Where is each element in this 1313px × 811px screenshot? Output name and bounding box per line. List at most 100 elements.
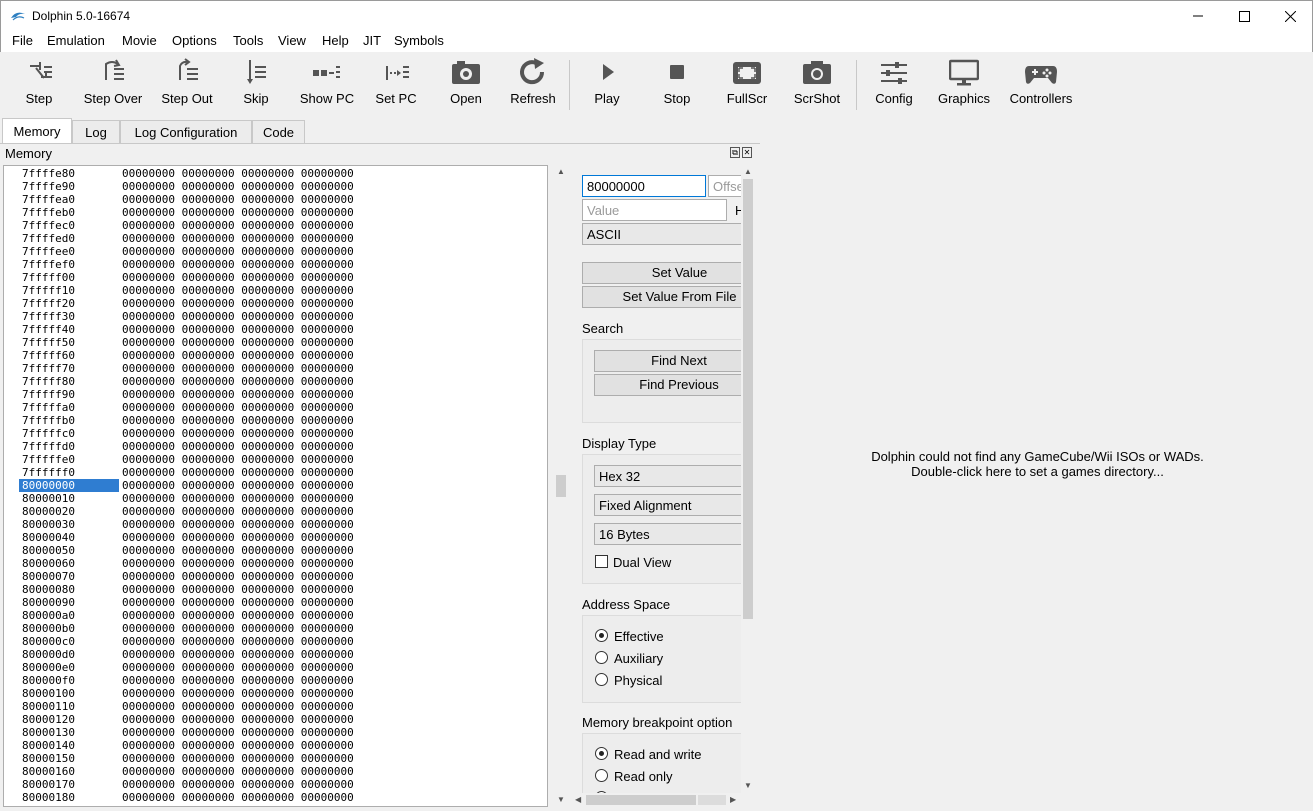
- memory-row[interactable]: 800000f0 00000000 00000000 00000000 00000…: [4, 674, 544, 687]
- memory-values[interactable]: 00000000 00000000 00000000 00000000: [122, 310, 354, 323]
- memory-values[interactable]: 00000000 00000000 00000000 00000000: [122, 453, 354, 466]
- memory-values[interactable]: 00000000 00000000 00000000 00000000: [122, 466, 354, 479]
- memory-address[interactable]: 80000110: [19, 700, 119, 713]
- memory-row[interactable]: 80000160 00000000 00000000 00000000 00000…: [4, 765, 544, 778]
- memory-address[interactable]: 80000040: [19, 531, 119, 544]
- scroll-up-icon[interactable]: ▲: [744, 167, 752, 176]
- memory-row[interactable]: 80000020 00000000 00000000 00000000 00000…: [4, 505, 544, 518]
- memory-row[interactable]: 800000d0 00000000 00000000 00000000 00000…: [4, 648, 544, 661]
- memory-values[interactable]: 00000000 00000000 00000000 00000000: [122, 388, 354, 401]
- show-pc-button[interactable]: Show PC: [296, 58, 358, 116]
- memory-row[interactable]: 80000030 00000000 00000000 00000000 00000…: [4, 518, 544, 531]
- physical-radio[interactable]: [595, 673, 608, 686]
- memory-address[interactable]: 800000a0: [19, 609, 119, 622]
- memory-address[interactable]: 7fffff80: [19, 375, 119, 388]
- memory-row[interactable]: 80000100 00000000 00000000 00000000 00000…: [4, 687, 544, 700]
- memory-values[interactable]: 00000000 00000000 00000000 00000000: [122, 726, 354, 739]
- scrollbar-thumb[interactable]: [586, 795, 696, 805]
- memory-address[interactable]: 7ffffea0: [19, 193, 119, 206]
- scrollbar-thumb[interactable]: [743, 179, 753, 619]
- memory-address[interactable]: 80000090: [19, 596, 119, 609]
- address-input[interactable]: 80000000: [582, 175, 706, 197]
- menu-view[interactable]: View: [278, 33, 306, 48]
- memory-row[interactable]: 80000000 00000000 00000000 00000000 00000…: [4, 479, 544, 492]
- memory-values[interactable]: 00000000 00000000 00000000 00000000: [122, 271, 354, 284]
- menu-jit[interactable]: JIT: [363, 33, 381, 48]
- memory-row[interactable]: 800000a0 00000000 00000000 00000000 00000…: [4, 609, 544, 622]
- memory-values[interactable]: 00000000 00000000 00000000 00000000: [122, 583, 354, 596]
- memory-values[interactable]: 00000000 00000000 00000000 00000000: [122, 323, 354, 336]
- memory-row[interactable]: 7fffff60 00000000 00000000 00000000 00000…: [4, 349, 544, 362]
- memory-row[interactable]: 80000120 00000000 00000000 00000000 00000…: [4, 713, 544, 726]
- memory-address[interactable]: 80000060: [19, 557, 119, 570]
- memory-row[interactable]: 80000170 00000000 00000000 00000000 00000…: [4, 778, 544, 791]
- memory-row[interactable]: 80000010 00000000 00000000 00000000 00000…: [4, 492, 544, 505]
- float-icon[interactable]: ⧉: [730, 147, 740, 158]
- memory-address[interactable]: 7fffffb0: [19, 414, 119, 427]
- offset-input[interactable]: Offset: [708, 175, 742, 197]
- step-button[interactable]: Step: [14, 58, 64, 116]
- value-input[interactable]: Value: [582, 199, 727, 221]
- memory-address[interactable]: 800000b0: [19, 622, 119, 635]
- memory-address[interactable]: 7fffff50: [19, 336, 119, 349]
- memory-address[interactable]: 80000000: [19, 479, 119, 492]
- menu-emulation[interactable]: Emulation: [47, 33, 105, 48]
- tab-log[interactable]: Log: [72, 120, 120, 144]
- dual-view-checkbox[interactable]: [595, 555, 608, 568]
- memory-row[interactable]: 800000b0 00000000 00000000 00000000 00000…: [4, 622, 544, 635]
- memory-row[interactable]: 7ffffe80 00000000 00000000 00000000 00000…: [4, 167, 544, 180]
- scrollbar-thumb[interactable]: [556, 475, 566, 497]
- memory-values[interactable]: 00000000 00000000 00000000 00000000: [122, 713, 354, 726]
- scroll-left-icon[interactable]: ◀: [575, 795, 581, 804]
- step-over-button[interactable]: Step Over: [78, 58, 148, 116]
- memory-address[interactable]: 7ffffec0: [19, 219, 119, 232]
- memory-address[interactable]: 7fffff40: [19, 323, 119, 336]
- memory-address[interactable]: 80000010: [19, 492, 119, 505]
- memory-address[interactable]: 7fffff70: [19, 362, 119, 375]
- memory-row[interactable]: 7fffffb0 00000000 00000000 00000000 00000…: [4, 414, 544, 427]
- memory-values[interactable]: 00000000 00000000 00000000 00000000: [122, 635, 354, 648]
- memory-address[interactable]: 7ffffeb0: [19, 206, 119, 219]
- scroll-down-icon[interactable]: ▼: [557, 795, 565, 804]
- memory-values[interactable]: 00000000 00000000 00000000 00000000: [122, 206, 354, 219]
- fullscreen-button[interactable]: FullScr: [722, 58, 772, 116]
- memory-address[interactable]: 7fffff20: [19, 297, 119, 310]
- find-previous-button[interactable]: Find Previous: [594, 374, 742, 396]
- read-only-radio[interactable]: [595, 769, 608, 782]
- memory-values[interactable]: 00000000 00000000 00000000 00000000: [122, 167, 354, 180]
- empty-game-list-message[interactable]: Dolphin could not find any GameCube/Wii …: [762, 449, 1313, 479]
- memory-address[interactable]: 7fffff90: [19, 388, 119, 401]
- skip-button[interactable]: Skip: [236, 58, 276, 116]
- memory-address[interactable]: 800000d0: [19, 648, 119, 661]
- memory-values[interactable]: 00000000 00000000 00000000 00000000: [122, 258, 354, 271]
- memory-values[interactable]: 00000000 00000000 00000000 00000000: [122, 752, 354, 765]
- memory-row[interactable]: 80000150 00000000 00000000 00000000 00000…: [4, 752, 544, 765]
- memory-row[interactable]: 80000180 00000000 00000000 00000000 00000…: [4, 791, 544, 804]
- graphics-button[interactable]: Graphics: [934, 58, 994, 116]
- memory-row[interactable]: 7ffffee0 00000000 00000000 00000000 00000…: [4, 245, 544, 258]
- auxiliary-radio[interactable]: [595, 651, 608, 664]
- memory-address[interactable]: 800000e0: [19, 661, 119, 674]
- memory-row[interactable]: 7fffff40 00000000 00000000 00000000 00000…: [4, 323, 544, 336]
- play-button[interactable]: Play: [587, 58, 627, 116]
- memory-address[interactable]: 7fffff60: [19, 349, 119, 362]
- memory-values[interactable]: 00000000 00000000 00000000 00000000: [122, 193, 354, 206]
- memory-address[interactable]: 80000050: [19, 544, 119, 557]
- memory-values[interactable]: 00000000 00000000 00000000 00000000: [122, 544, 354, 557]
- memory-values[interactable]: 00000000 00000000 00000000 00000000: [122, 180, 354, 193]
- memory-values[interactable]: 00000000 00000000 00000000 00000000: [122, 648, 354, 661]
- game-list[interactable]: Dolphin could not find any GameCube/Wii …: [762, 118, 1313, 811]
- memory-values[interactable]: 00000000 00000000 00000000 00000000: [122, 349, 354, 362]
- maximize-button[interactable]: [1221, 1, 1267, 31]
- menu-file[interactable]: File: [12, 33, 33, 48]
- memory-values[interactable]: 00000000 00000000 00000000 00000000: [122, 375, 354, 388]
- dock-close-icon[interactable]: ✕: [742, 147, 752, 158]
- memory-row[interactable]: 7fffff80 00000000 00000000 00000000 00000…: [4, 375, 544, 388]
- memory-address[interactable]: 7fffff30: [19, 310, 119, 323]
- memory-row[interactable]: 7fffff30 00000000 00000000 00000000 00000…: [4, 310, 544, 323]
- memory-address[interactable]: 7fffffa0: [19, 401, 119, 414]
- memory-view[interactable]: 7ffffe80 00000000 00000000 00000000 00000…: [3, 165, 548, 807]
- memory-row[interactable]: 800000c0 00000000 00000000 00000000 00000…: [4, 635, 544, 648]
- memory-row[interactable]: 80000130 00000000 00000000 00000000 00000…: [4, 726, 544, 739]
- memory-address[interactable]: 800000c0: [19, 635, 119, 648]
